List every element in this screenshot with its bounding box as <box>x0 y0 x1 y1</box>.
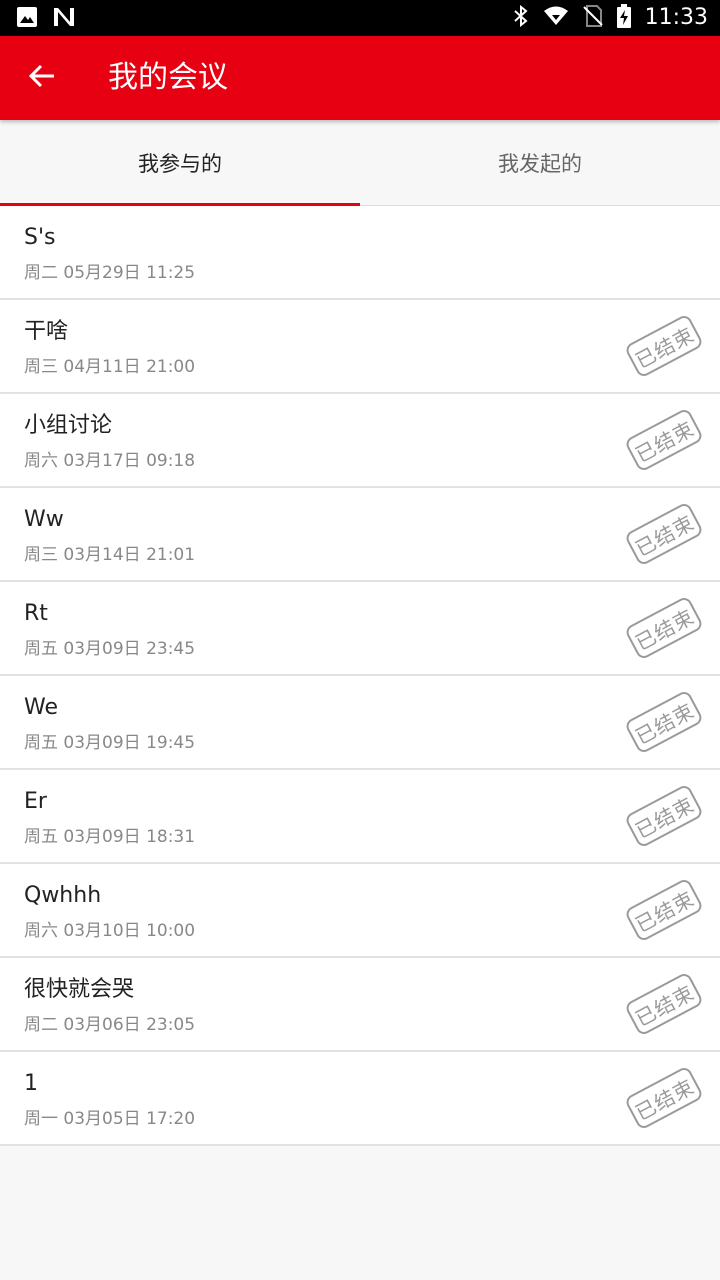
meeting-time: 周二 03月06日 23:05 <box>24 1015 196 1035</box>
meeting-title: Ww <box>24 507 64 532</box>
meeting-title: 很快就会哭 <box>24 977 135 1002</box>
app-bar: 我的会议 <box>0 36 720 120</box>
meeting-title: Er <box>24 789 47 814</box>
status-bar: 11:33 <box>0 0 720 36</box>
meeting-time: 周三 03月14日 21:01 <box>24 545 196 565</box>
meeting-row[interactable]: Rt 周五 03月09日 23:45 已结束 <box>0 582 720 676</box>
meeting-time: 周五 03月09日 18:31 <box>24 827 196 847</box>
ended-stamp: 已结束 <box>623 407 705 473</box>
battery-charging-icon <box>616 4 631 32</box>
ended-stamp: 已结束 <box>623 783 705 849</box>
meeting-title: 干啥 <box>24 319 69 344</box>
status-time: 11:33 <box>644 5 708 30</box>
back-button[interactable] <box>22 58 62 98</box>
status-right: 11:33 <box>513 4 708 32</box>
meeting-time: 周三 04月11日 21:00 <box>24 357 196 377</box>
page-title: 我的会议 <box>108 60 228 95</box>
tab-participated[interactable]: 我参与的 <box>0 120 360 206</box>
ended-stamp: 已结束 <box>623 501 705 567</box>
meeting-row[interactable]: 1 周一 03月05日 17:20 已结束 <box>0 1052 720 1146</box>
meeting-list: S's 周二 05月29日 11:25 干啥 周三 04月11日 21:00 已… <box>0 206 720 1146</box>
ended-stamp: 已结束 <box>623 1065 705 1131</box>
meeting-row[interactable]: 很快就会哭 周二 03月06日 23:05 已结束 <box>0 958 720 1052</box>
n-logo-icon <box>52 6 76 32</box>
ended-stamp: 已结束 <box>623 313 705 379</box>
meeting-title: 小组讨论 <box>24 413 113 438</box>
status-left <box>16 6 76 32</box>
image-icon <box>16 6 38 32</box>
bluetooth-icon <box>513 4 529 32</box>
meeting-title: Qwhhh <box>24 883 102 908</box>
meeting-row[interactable]: Er 周五 03月09日 18:31 已结束 <box>0 770 720 864</box>
meeting-row[interactable]: 干啥 周三 04月11日 21:00 已结束 <box>0 300 720 394</box>
ended-stamp: 已结束 <box>623 971 705 1037</box>
no-sim-icon <box>582 5 603 31</box>
meeting-title: S's <box>24 225 56 250</box>
meeting-title: We <box>24 695 58 720</box>
ended-stamp: 已结束 <box>623 689 705 755</box>
tab-initiated[interactable]: 我发起的 <box>360 120 720 206</box>
meeting-row[interactable]: 小组讨论 周六 03月17日 09:18 已结束 <box>0 394 720 488</box>
wifi-icon <box>543 5 569 31</box>
meeting-time: 周二 05月29日 11:25 <box>24 263 196 283</box>
meeting-row[interactable]: We 周五 03月09日 19:45 已结束 <box>0 676 720 770</box>
ended-stamp: 已结束 <box>623 877 705 943</box>
meeting-time: 周一 03月05日 17:20 <box>24 1109 196 1129</box>
meeting-time: 周五 03月09日 19:45 <box>24 733 196 753</box>
ended-stamp: 已结束 <box>623 595 705 661</box>
meeting-row[interactable]: Qwhhh 周六 03月10日 10:00 已结束 <box>0 864 720 958</box>
meeting-title: Rt <box>24 601 48 626</box>
meeting-time: 周五 03月09日 23:45 <box>24 639 196 659</box>
meeting-row[interactable]: S's 周二 05月29日 11:25 <box>0 206 720 300</box>
meeting-time: 周六 03月10日 10:00 <box>24 921 196 941</box>
tab-bar: 我参与的 我发起的 <box>0 120 720 206</box>
meeting-row[interactable]: Ww 周三 03月14日 21:01 已结束 <box>0 488 720 582</box>
meeting-title: 1 <box>24 1071 38 1096</box>
meeting-time: 周六 03月17日 09:18 <box>24 451 196 471</box>
arrow-left-icon <box>28 62 56 94</box>
